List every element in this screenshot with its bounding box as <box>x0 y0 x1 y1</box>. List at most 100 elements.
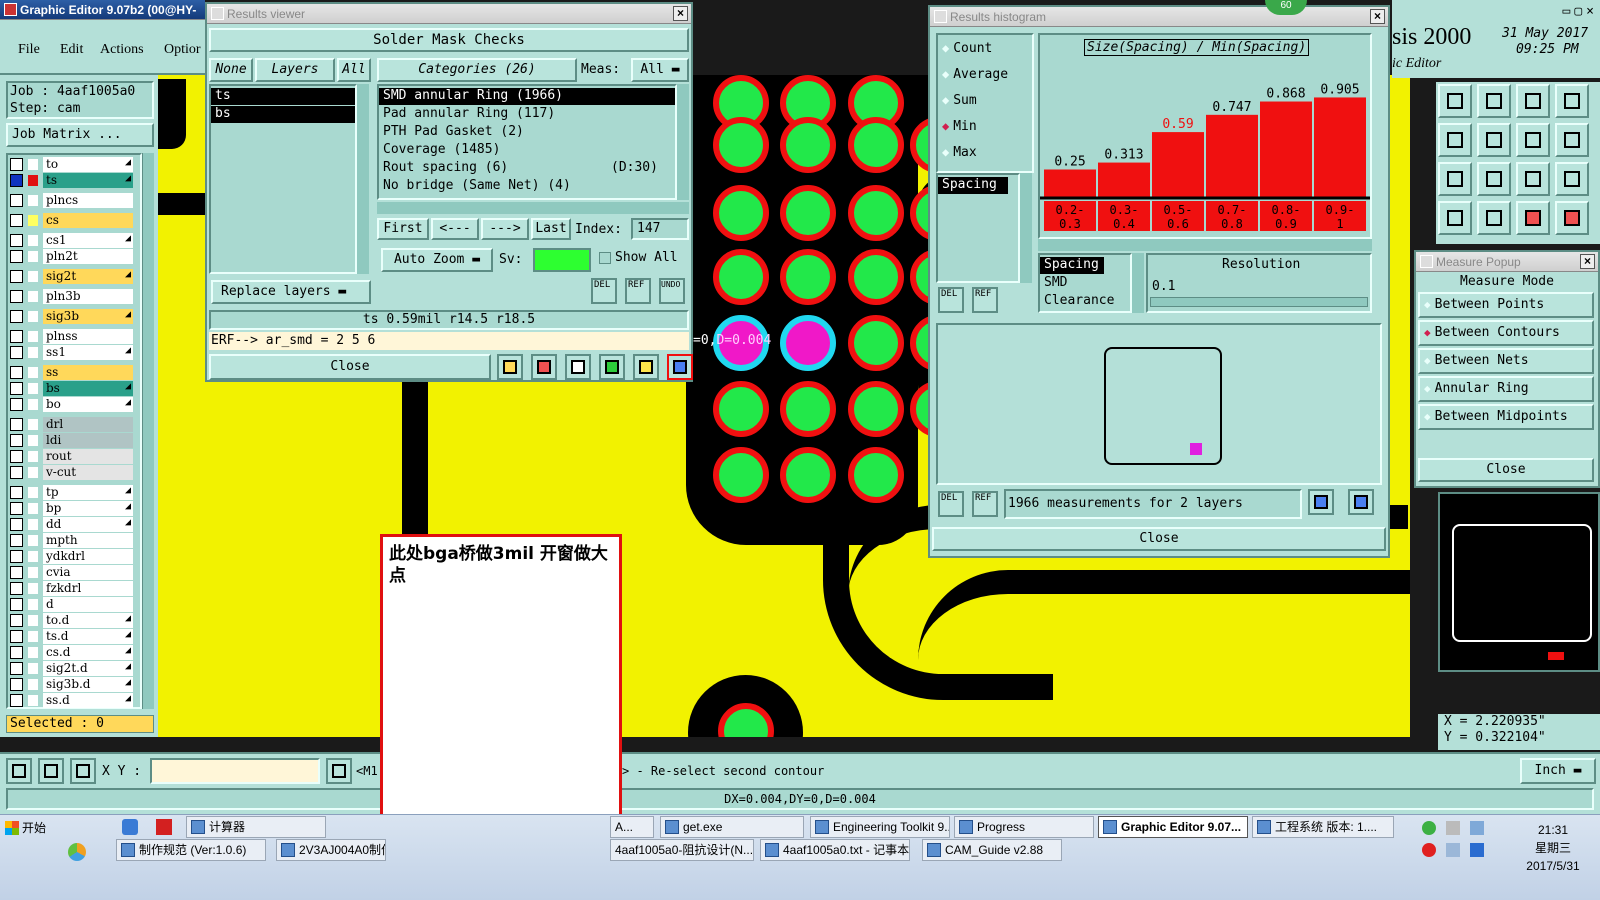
pdf-icon[interactable] <box>156 819 172 835</box>
tray-icon[interactable] <box>1470 821 1484 835</box>
layer-row[interactable]: bs ◢ <box>10 381 152 396</box>
alert-icon[interactable] <box>326 758 352 784</box>
layer-color-swatch[interactable] <box>28 599 38 610</box>
layer-row[interactable]: cs1 ◢ <box>10 233 152 248</box>
shift-left-icon[interactable] <box>1438 123 1472 157</box>
start-button[interactable]: 开始 <box>2 817 60 839</box>
grid-icon[interactable] <box>1477 201 1511 235</box>
layer-checkbox[interactable] <box>10 502 23 515</box>
layer-color-swatch[interactable] <box>28 367 38 378</box>
layer-checkbox[interactable] <box>10 646 23 659</box>
preview-del-button[interactable]: DEL <box>938 491 964 517</box>
layer-row[interactable]: cvia <box>10 565 152 580</box>
tray-icon[interactable] <box>1446 821 1460 835</box>
layer-checkbox[interactable] <box>10 678 23 691</box>
layer-row[interactable]: ss <box>10 365 152 380</box>
histogram-bar[interactable] <box>1260 101 1312 197</box>
histogram-bar[interactable] <box>1098 162 1150 197</box>
layer-color-swatch[interactable] <box>28 503 38 514</box>
layer-checkbox[interactable] <box>10 330 23 343</box>
layer-color-swatch[interactable] <box>28 535 38 546</box>
menu-actions[interactable]: Actions <box>100 42 144 58</box>
stat-option-max[interactable]: ◆ Max <box>942 145 1030 163</box>
first-button[interactable]: First <box>377 218 429 240</box>
measure-mode-option[interactable]: ◆ Annular Ring <box>1418 376 1594 402</box>
mode-list-scrollbar[interactable] <box>1132 253 1144 313</box>
shift-right-icon[interactable] <box>1477 123 1511 157</box>
layer-color-swatch[interactable] <box>28 647 38 658</box>
histogram-bar[interactable] <box>1206 114 1258 197</box>
replace-layers-select[interactable]: Replace layers ▬ <box>211 280 371 304</box>
results-layer-list[interactable]: ts bs <box>209 84 357 274</box>
layer-row[interactable]: dd ◢ <box>10 517 152 532</box>
layer-checkbox[interactable] <box>10 630 23 643</box>
layer-color-swatch[interactable] <box>28 331 38 342</box>
fit-screen-icon[interactable] <box>1438 162 1472 196</box>
layer-row[interactable]: cs <box>10 213 152 228</box>
tray-icon[interactable] <box>1422 821 1436 835</box>
stat-list-scrollbar[interactable] <box>1020 173 1032 283</box>
layer-filter-none[interactable]: None <box>209 58 253 82</box>
sv-color-select[interactable] <box>533 248 591 272</box>
hist-ref-button[interactable]: REF <box>972 287 998 313</box>
layer-checkbox[interactable] <box>10 434 23 447</box>
job-matrix-button[interactable]: Job Matrix ... <box>6 123 154 147</box>
layer-filter-all[interactable]: All <box>337 58 371 82</box>
layer-checkbox[interactable] <box>10 346 23 359</box>
menu-edit[interactable]: Edit <box>60 42 83 58</box>
close-icon[interactable]: × <box>673 6 688 21</box>
layer-checkbox[interactable] <box>10 486 23 499</box>
layer-row[interactable]: pln2t <box>10 249 152 264</box>
results-viewer-titlebar[interactable]: Results viewer × <box>207 4 691 24</box>
measure-mode-option[interactable]: ◆ Between Midpoints <box>1418 404 1594 430</box>
del-button[interactable]: DEL <box>591 278 617 304</box>
layer-color-swatch[interactable] <box>28 311 38 322</box>
show-all-checkbox[interactable] <box>599 252 611 264</box>
mirror-icon[interactable] <box>1555 123 1589 157</box>
layer-checkbox[interactable] <box>10 534 23 547</box>
histogram-close-button[interactable]: Close <box>932 527 1386 551</box>
stat-option-average[interactable]: ◆ Average <box>942 67 1030 85</box>
tray-icon[interactable] <box>1422 843 1436 857</box>
layer-row[interactable]: ts.d ◢ <box>10 629 152 644</box>
layer-checkbox[interactable] <box>10 366 23 379</box>
stat-list-item[interactable]: Spacing <box>938 177 1008 194</box>
preview-icon-a[interactable] <box>1308 489 1334 515</box>
histogram-icon[interactable] <box>667 354 693 380</box>
layer-color-swatch[interactable] <box>28 567 38 578</box>
layer-up-icon[interactable] <box>1438 84 1472 118</box>
settings-icon[interactable] <box>1438 201 1472 235</box>
taskbar-button[interactable]: A... <box>610 816 654 838</box>
layer-row[interactable]: sig2t ◢ <box>10 269 152 284</box>
layer-checkbox[interactable] <box>10 382 23 395</box>
taskbar-button[interactable]: Engineering Toolkit 9.... <box>810 816 950 838</box>
mode-item-smd[interactable]: SMD <box>1040 275 1130 292</box>
layer-color-swatch[interactable] <box>28 615 38 626</box>
category-item[interactable]: Coverage (1485) <box>379 142 675 159</box>
resolution-slider[interactable] <box>1150 297 1368 307</box>
layer-checkbox[interactable] <box>10 694 23 707</box>
layer-color-swatch[interactable] <box>28 291 38 302</box>
taskbar-button[interactable]: 4aaf1005a0.txt - 记事本 <box>760 839 910 861</box>
layer-color-swatch[interactable] <box>28 631 38 642</box>
layer-checkbox[interactable] <box>10 550 23 563</box>
taskbar-button[interactable]: 4aaf1005a0-阻抗设计(N... <box>610 839 754 861</box>
layer-color-swatch[interactable] <box>28 271 38 282</box>
layer-row[interactable]: mpth <box>10 533 152 548</box>
hist-del-button[interactable]: DEL <box>938 287 964 313</box>
home-icon[interactable] <box>1516 84 1550 118</box>
category-item[interactable]: SMD annular Ring (1966) <box>379 88 675 105</box>
main-window-titlebar[interactable]: Graphic Editor 9.07b2 (00@HY-H <box>0 0 205 37</box>
measure-close-button[interactable]: Close <box>1418 458 1594 482</box>
export-icon[interactable] <box>599 354 625 380</box>
layer-row[interactable]: tp ◢ <box>10 485 152 500</box>
app-icon[interactable] <box>122 819 138 835</box>
layer-checkbox[interactable] <box>10 310 23 323</box>
scale-icon[interactable] <box>1516 162 1550 196</box>
layer-row[interactable]: sig3b.d ◢ <box>10 677 152 692</box>
menu-file[interactable]: File <box>18 42 40 58</box>
window-controls[interactable]: ▭▢× <box>1563 4 1598 19</box>
layer-row[interactable]: bo ◢ <box>10 397 152 412</box>
clock[interactable]: 21:31 星期三 2017/5/31 <box>1508 821 1598 893</box>
layer-color-swatch[interactable] <box>28 467 38 478</box>
